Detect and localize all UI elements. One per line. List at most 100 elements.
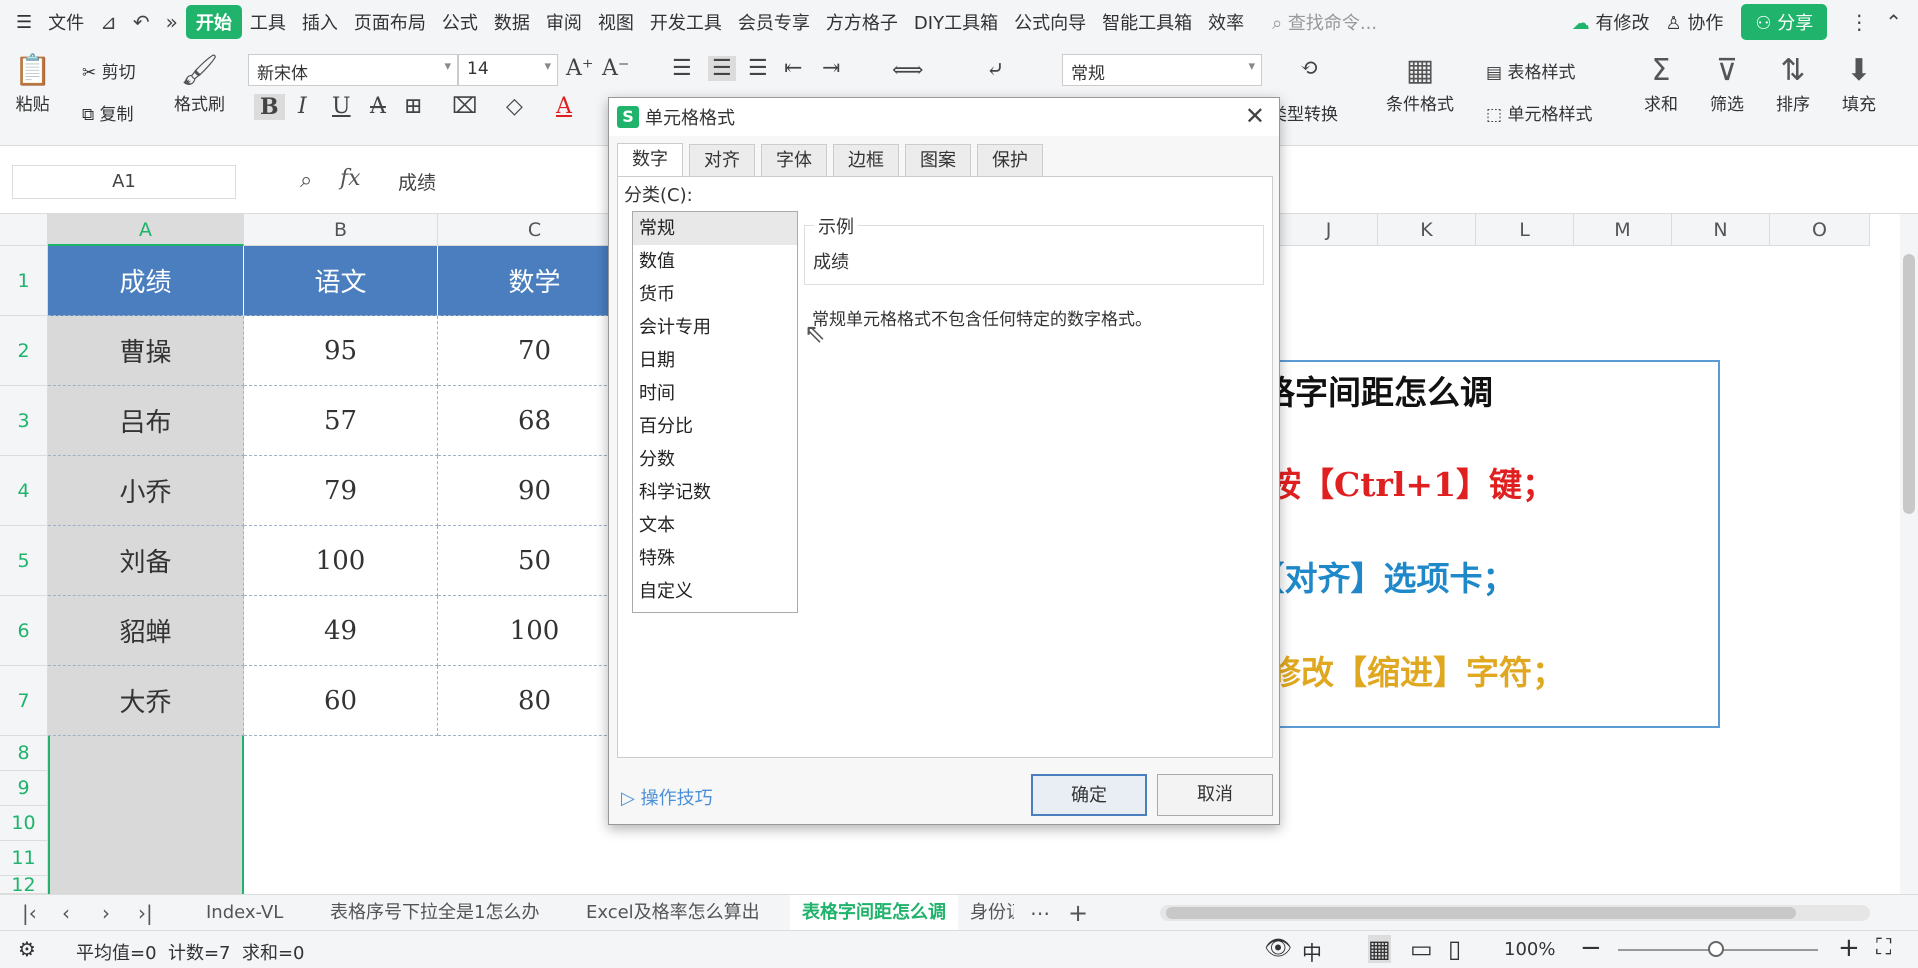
font-size-select[interactable]: 14 — [458, 54, 558, 86]
clear-format-icon[interactable]: ⌧ — [452, 94, 477, 119]
wrap-icon[interactable]: ⤶ — [986, 58, 1004, 83]
row-header[interactable]: 5 — [0, 526, 48, 596]
menu-tab-layout[interactable]: 页面布局 — [346, 9, 434, 35]
eye-icon[interactable]: 👁 — [1264, 936, 1292, 961]
font-color-icon[interactable]: A — [556, 94, 572, 119]
name-cell[interactable]: 貂蝉 — [48, 596, 244, 666]
category-item[interactable]: 时间 — [633, 377, 797, 410]
sort-button[interactable]: ⇅ 排序 — [1776, 52, 1810, 115]
number-format-select[interactable]: 常规 — [1062, 54, 1262, 86]
indent-increase-icon[interactable]: ⇥ — [822, 56, 840, 81]
align-bottom-icon[interactable]: ☰ — [748, 56, 768, 81]
page-break-icon[interactable]: ▯ — [1448, 935, 1461, 963]
menu-tab-efficiency[interactable]: 效率 — [1200, 9, 1252, 35]
strikethrough-icon[interactable]: A — [370, 94, 386, 119]
row-header[interactable]: 12 — [0, 876, 48, 894]
more-options-icon[interactable]: ⋮ — [1849, 10, 1869, 34]
col-header-n[interactable]: N — [1672, 214, 1770, 246]
format-painter-button[interactable]: 🖌 格式刷 — [174, 52, 225, 115]
last-sheet-icon[interactable]: ›| — [138, 895, 153, 931]
col-header-j[interactable]: J — [1280, 214, 1378, 246]
fill-button[interactable]: ⬇ 填充 — [1842, 52, 1876, 115]
ok-button[interactable]: 确定 — [1031, 774, 1147, 816]
score-cell[interactable]: 95 — [244, 316, 438, 386]
row-header[interactable]: 10 — [0, 806, 48, 841]
score-cell[interactable]: 100 — [438, 596, 632, 666]
score-cell[interactable]: 57 — [244, 386, 438, 456]
score-cell[interactable]: 70 — [438, 316, 632, 386]
name-box[interactable]: A1 — [12, 165, 236, 199]
collapse-ribbon-icon[interactable]: ⌃ — [1885, 10, 1902, 34]
next-sheet-icon[interactable]: › — [102, 895, 110, 931]
header-cell[interactable]: 成绩 — [48, 246, 244, 316]
dialog-tab-border[interactable]: 边框 — [833, 144, 899, 176]
dialog-tab-alignment[interactable]: 对齐 — [689, 144, 755, 176]
vertical-scrollbar[interactable] — [1900, 214, 1918, 894]
category-item[interactable]: 百分比 — [633, 410, 797, 443]
menu-tab-start[interactable]: 开始 — [185, 5, 242, 39]
row-header[interactable]: 11 — [0, 841, 48, 876]
menu-tab-smart[interactable]: 智能工具箱 — [1094, 9, 1200, 35]
sheet-tab[interactable]: 身份证 — [970, 895, 1014, 931]
type-convert-button[interactable]: 类型转换 — [1270, 100, 1338, 125]
sheet-tab[interactable]: 表格序号下拉全是1怎么办 — [330, 895, 539, 931]
menu-icon[interactable]: ☰ — [8, 12, 40, 33]
menu-tab-member[interactable]: 会员专享 — [730, 9, 818, 35]
input-method-icon[interactable]: 中 — [1302, 937, 1322, 966]
menu-tab-data[interactable]: 数据 — [486, 9, 538, 35]
menu-tab-dev[interactable]: 开发工具 — [642, 9, 730, 35]
tips-link[interactable]: ▷ 操作技巧 — [621, 784, 713, 810]
dialog-tab-protection[interactable]: 保护 — [977, 144, 1043, 176]
category-item[interactable]: 科学记数 — [633, 476, 797, 509]
indent-decrease-icon[interactable]: ⇤ — [784, 56, 802, 81]
macro-icon[interactable]: ⚙ — [18, 937, 36, 961]
col-header-m[interactable]: M — [1574, 214, 1672, 246]
dialog-tab-font[interactable]: 字体 — [761, 144, 827, 176]
cond-format-button[interactable]: ▦ 条件格式 — [1386, 52, 1454, 115]
name-cell[interactable]: 小乔 — [48, 456, 244, 526]
score-cell[interactable]: 79 — [244, 456, 438, 526]
menu-tab-formula[interactable]: 公式 — [434, 9, 486, 35]
col-header-a[interactable]: A — [48, 214, 244, 246]
normal-view-icon[interactable]: ▦ — [1368, 935, 1391, 963]
row-header[interactable]: 1 — [0, 246, 48, 316]
name-cell[interactable]: 刘备 — [48, 526, 244, 596]
row-header[interactable]: 2 — [0, 316, 48, 386]
font-family-select[interactable]: 新宋体 — [248, 54, 458, 86]
row-header[interactable]: 4 — [0, 456, 48, 526]
score-cell[interactable]: 68 — [438, 386, 632, 456]
category-item[interactable]: 会计专用 — [633, 311, 797, 344]
zoom-in-icon[interactable]: + — [1838, 933, 1860, 963]
menu-tab-insert[interactable]: 插入 — [294, 9, 346, 35]
select-all-corner[interactable] — [0, 214, 48, 246]
col-header-l[interactable]: L — [1476, 214, 1574, 246]
name-cell[interactable]: 吕布 — [48, 386, 244, 456]
border-icon[interactable]: ⊞ — [404, 94, 422, 119]
score-cell[interactable]: 90 — [438, 456, 632, 526]
underline-icon[interactable]: U — [332, 94, 351, 119]
col-header-k[interactable]: K — [1378, 214, 1476, 246]
filter-button[interactable]: ⊽ 筛选 — [1710, 52, 1744, 115]
col-header-o[interactable]: O — [1770, 214, 1870, 246]
menu-tab-diy[interactable]: DIY工具箱 — [906, 9, 1006, 35]
align-middle-icon[interactable]: ☰ — [708, 56, 736, 81]
sheet-tab-active[interactable]: 表格字间距怎么调 — [790, 895, 958, 931]
zoom-out-icon[interactable]: − — [1580, 933, 1602, 963]
sheet-tab[interactable]: Index-VL — [206, 895, 283, 931]
increase-font-icon[interactable]: A⁺ — [566, 56, 594, 81]
menu-tab-review[interactable]: 审阅 — [538, 9, 590, 35]
category-item[interactable]: 数值 — [633, 245, 797, 278]
cancel-button[interactable]: 取消 — [1157, 774, 1273, 816]
dialog-tab-pattern[interactable]: 图案 — [905, 144, 971, 176]
cut-button[interactable]: ✂ 剪切 — [82, 58, 136, 83]
table-style-button[interactable]: ▤ 表格样式 — [1486, 58, 1575, 83]
score-cell[interactable]: 60 — [244, 666, 438, 736]
menu-tab-tools[interactable]: 工具 — [242, 9, 294, 35]
fx-icon[interactable]: fx — [340, 166, 361, 191]
italic-icon[interactable]: I — [298, 94, 307, 119]
page-view-icon[interactable]: ▭ — [1410, 935, 1433, 963]
col-header-c[interactable]: C — [438, 214, 632, 246]
menu-tab-view[interactable]: 视图 — [590, 9, 642, 35]
instruction-textbox[interactable]: 格字间距怎么调 步：按【Ctrl+1】键； 步：【对齐】选项卡； 步：修改【缩进… — [1220, 360, 1720, 728]
sum-button[interactable]: Σ 求和 — [1644, 52, 1678, 115]
